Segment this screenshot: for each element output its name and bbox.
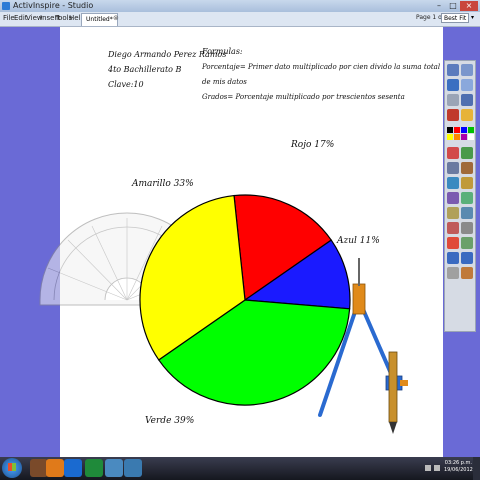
fill-icon[interactable] [461, 94, 473, 106]
text-icon[interactable] [447, 162, 459, 174]
color-green-swatch[interactable] [468, 127, 474, 133]
activinspire-icon[interactable] [105, 459, 123, 477]
show-desktop-button[interactable] [473, 457, 480, 480]
previous-page-icon[interactable] [447, 252, 459, 264]
shape-icon[interactable] [461, 109, 473, 121]
connector-icon[interactable] [461, 162, 473, 174]
windows-icon [8, 463, 16, 471]
clock-date: 19/06/2012 [444, 467, 473, 473]
color-orange-swatch[interactable] [454, 134, 460, 140]
recorder-icon[interactable] [461, 222, 473, 234]
label-azul: Azul 11% [337, 236, 380, 246]
excel-icon[interactable] [85, 459, 103, 477]
ruler-icon[interactable] [461, 177, 473, 189]
color-blue-swatch[interactable] [461, 127, 467, 133]
select-icon[interactable] [447, 64, 459, 76]
redo-icon[interactable] [461, 147, 473, 159]
system-clock[interactable]: 03:26 p.m. 19/06/2012 [444, 460, 473, 474]
label-rojo: Rojo 17% [291, 140, 335, 150]
pie-chart [139, 194, 351, 406]
spotlight-icon[interactable] [447, 207, 459, 219]
clock-icon[interactable] [447, 192, 459, 204]
studio-icon[interactable] [124, 459, 142, 477]
delete-icon[interactable] [447, 222, 459, 234]
label-amarillo: Amarillo 33% [132, 179, 194, 189]
color-black-swatch[interactable] [447, 127, 453, 133]
label-verde: Verde 39% [145, 416, 195, 426]
color-white-swatch[interactable] [468, 134, 474, 140]
volume-icon[interactable] [434, 465, 440, 471]
magic-ink-icon[interactable] [447, 177, 459, 189]
dice-icon[interactable] [461, 207, 473, 219]
pen-icon[interactable] [447, 79, 459, 91]
reset-icon[interactable] [447, 237, 459, 249]
next-page-icon[interactable] [461, 252, 473, 264]
clock-time: 03:26 p.m. [444, 460, 473, 466]
browser-icon[interactable] [461, 79, 473, 91]
page-icon[interactable] [461, 237, 473, 249]
settings-icon[interactable] [447, 267, 459, 279]
camera-icon[interactable] [461, 192, 473, 204]
color-purple-swatch[interactable] [461, 134, 467, 140]
start-button[interactable] [2, 458, 22, 478]
tray-arrow-icon[interactable] [425, 465, 431, 471]
internet-explorer-icon[interactable] [64, 459, 82, 477]
eraser-icon[interactable] [447, 94, 459, 106]
trash-icon[interactable] [461, 267, 473, 279]
taskbar: 03:26 p.m. 19/06/2012 [0, 457, 480, 480]
undo-icon[interactable] [447, 147, 459, 159]
firefox-icon[interactable] [46, 459, 64, 477]
color-red-swatch[interactable] [454, 127, 460, 133]
tools-toolbar [444, 60, 476, 332]
drawing-canvas [39, 194, 408, 434]
highlighter-icon[interactable] [447, 109, 459, 121]
color-yellow-swatch[interactable] [447, 134, 453, 140]
main-menu-icon[interactable] [461, 64, 473, 76]
